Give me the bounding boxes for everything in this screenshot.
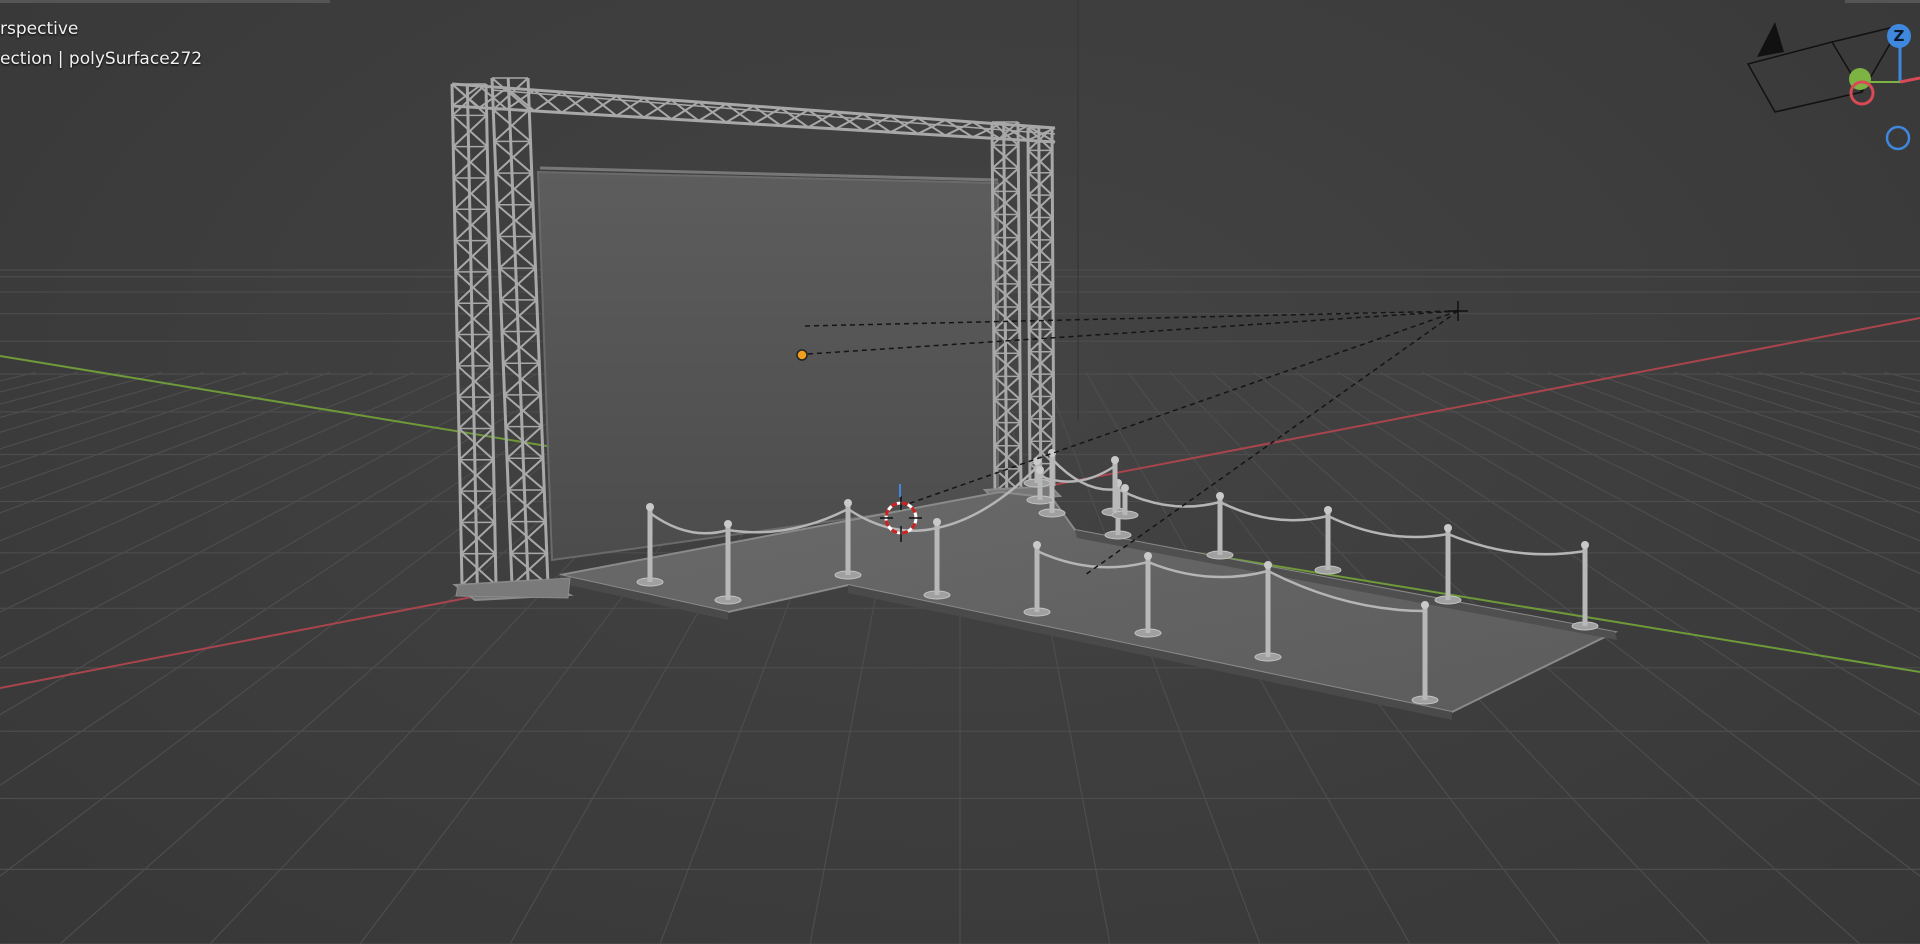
collection-name: ection [0, 49, 53, 69]
active-object-name: polySurface272 [68, 49, 203, 69]
camera-object[interactable] [1448, 301, 1468, 321]
label-separator: | [57, 49, 64, 69]
gizmo-z-negative-dot[interactable] [1885, 125, 1911, 151]
header-edge-right [1845, 0, 1920, 3]
view-mode-label: rspective [0, 19, 79, 39]
gizmo-x-line [1899, 76, 1920, 84]
backdrop-screen[interactable] [536, 166, 999, 562]
3d-viewport[interactable]: Z rspective ection | polySurface272 [0, 0, 1920, 944]
viewport-canvas[interactable]: Z [0, 0, 1920, 944]
gizmo-z-label: Z [1894, 27, 1905, 45]
navigation-gizmo[interactable]: Z [1746, 22, 1920, 151]
light-object[interactable] [796, 349, 808, 361]
header-edge-left [0, 0, 330, 3]
collection-object-label: ection | polySurface272 [0, 49, 202, 69]
camera-view-icon[interactable] [1746, 22, 1899, 113]
